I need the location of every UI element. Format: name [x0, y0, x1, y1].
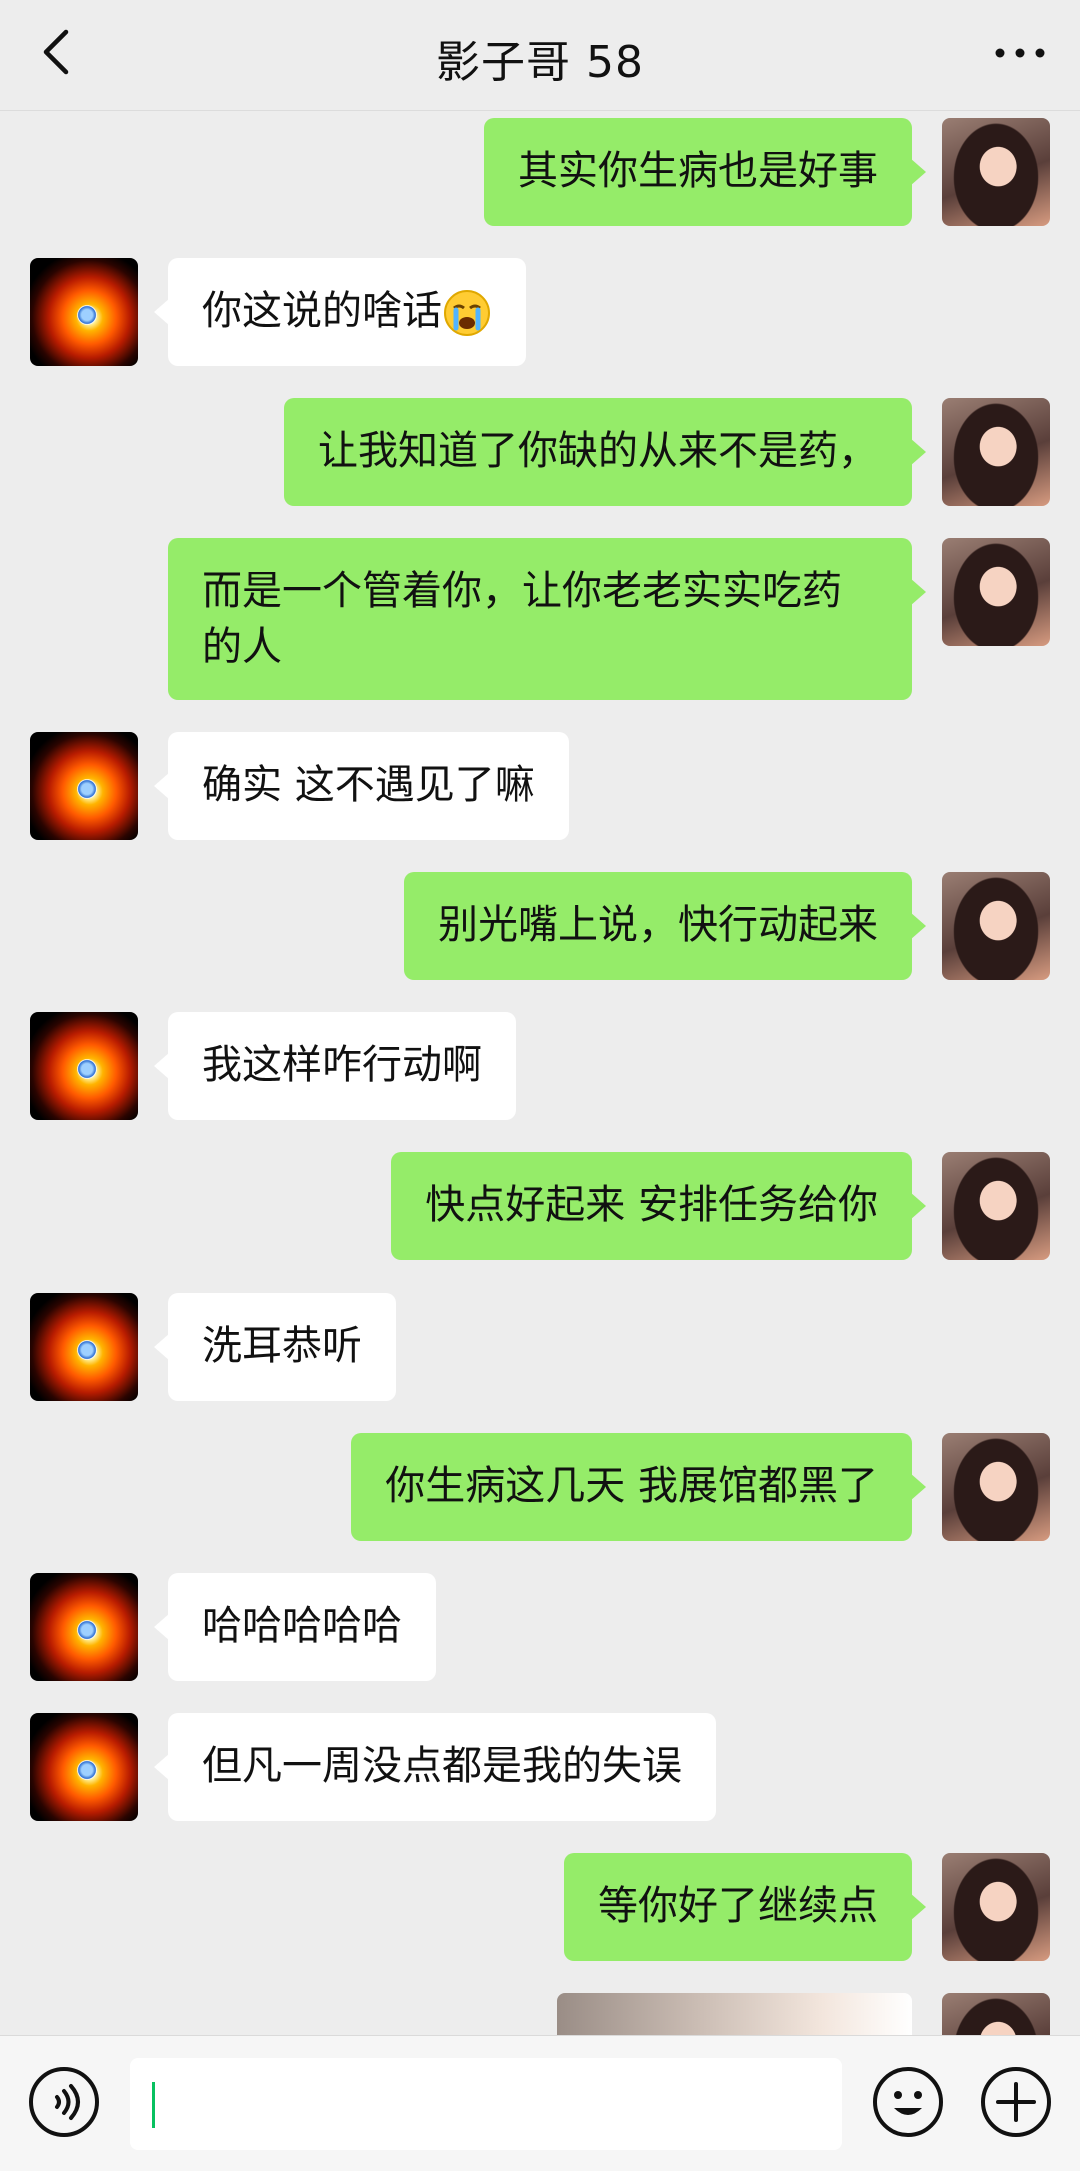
contact-avatar[interactable] — [30, 1573, 138, 1681]
chat-title: 影子哥 58 — [436, 37, 644, 88]
message-text: 哈哈哈哈哈 — [202, 1603, 402, 1649]
more-functions-button[interactable] — [978, 2064, 1054, 2140]
message-bubble[interactable]: 哈哈哈哈哈 — [154, 1573, 436, 1681]
message-text: 你这说的啥话 — [202, 288, 442, 334]
message-bubble[interactable]: 别光嘴上说，快行动起来 — [404, 872, 926, 980]
message-text: 你生病这几天 我展馆都黑了 — [385, 1463, 878, 1509]
image-message[interactable] — [557, 1993, 912, 2035]
my-avatar[interactable] — [942, 538, 1050, 646]
crying-face-icon — [444, 290, 490, 336]
message-text: 确实 这不遇见了嘛 — [202, 762, 535, 808]
input-toolbar — [0, 2035, 1080, 2171]
message-bubble[interactable]: 我这样咋行动啊 — [154, 1012, 516, 1120]
message-bubble[interactable]: 你生病这几天 我展馆都黑了 — [351, 1433, 926, 1541]
message-text: 让我知道了你缺的从来不是药， — [318, 428, 878, 474]
contact-avatar[interactable] — [30, 1293, 138, 1401]
message-bubble[interactable]: 快点好起来 安排任务给你 — [391, 1152, 926, 1260]
my-avatar[interactable] — [942, 1993, 1050, 2035]
contact-avatar[interactable] — [30, 1012, 138, 1120]
message-text: 而是一个管着你，让你老老实实吃药的人 — [202, 568, 842, 670]
voice-icon — [29, 2067, 99, 2137]
message-text: 但凡一周没点都是我的失误 — [202, 1743, 682, 1789]
message-bubble[interactable]: 等你好了继续点 — [564, 1853, 926, 1961]
emoji-button[interactable] — [870, 2064, 946, 2140]
message-bubble[interactable]: 而是一个管着你，让你老老实实吃药的人 — [168, 538, 926, 700]
message-text: 洗耳恭听 — [202, 1323, 362, 1369]
message-input[interactable] — [130, 2058, 842, 2150]
message-text: 我这样咋行动啊 — [202, 1042, 482, 1088]
more-button[interactable] — [990, 38, 1050, 68]
smiley-icon — [873, 2067, 943, 2137]
my-avatar[interactable] — [942, 398, 1050, 506]
message-text: 快点好起来 安排任务给你 — [425, 1182, 878, 1228]
voice-button[interactable] — [26, 2064, 102, 2140]
message-bubble[interactable]: 但凡一周没点都是我的失误 — [154, 1713, 716, 1821]
message-text: 别光嘴上说，快行动起来 — [438, 902, 878, 948]
contact-avatar[interactable] — [30, 732, 138, 840]
message-text: 等你好了继续点 — [598, 1883, 878, 1929]
plus-icon — [981, 2067, 1051, 2137]
message-text: 其实你生病也是好事 — [518, 148, 878, 194]
contact-avatar[interactable] — [30, 1713, 138, 1821]
chat-header: 影子哥 58 — [0, 0, 1080, 111]
message-bubble[interactable]: 你这说的啥话 — [154, 258, 526, 366]
message-list[interactable]: 其实你生病也是好事 你这说的啥话 让我知道了你缺的从来不是药， 而是一个管着你，… — [0, 110, 1080, 2035]
my-avatar[interactable] — [942, 872, 1050, 980]
text-cursor — [152, 2082, 155, 2128]
my-avatar[interactable] — [942, 1433, 1050, 1541]
message-bubble[interactable]: 洗耳恭听 — [154, 1293, 396, 1401]
my-avatar[interactable] — [942, 118, 1050, 226]
message-bubble[interactable]: 其实你生病也是好事 — [484, 118, 926, 226]
my-avatar[interactable] — [942, 1152, 1050, 1260]
message-bubble[interactable]: 确实 这不遇见了嘛 — [154, 732, 569, 840]
message-bubble[interactable]: 让我知道了你缺的从来不是药， — [284, 398, 926, 506]
more-dots-icon — [995, 48, 1045, 58]
my-avatar[interactable] — [942, 1853, 1050, 1961]
contact-avatar[interactable] — [30, 258, 138, 366]
